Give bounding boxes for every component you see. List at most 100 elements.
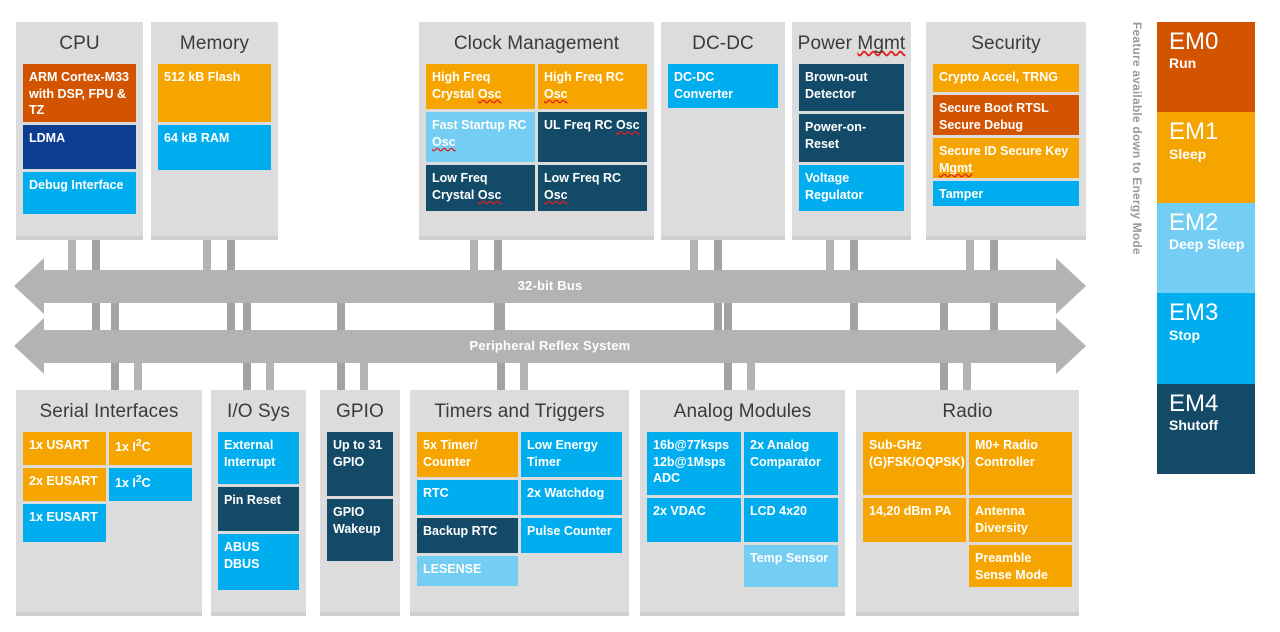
feature-block[interactable]: ARM Cortex-M33 with DSP, FPU & TZ (23, 64, 136, 122)
panel-title: DC-DC (692, 33, 754, 54)
feature-block[interactable]: 14,20 dBm PA (863, 498, 966, 542)
connector-stem (68, 240, 76, 274)
bus-arrowhead-left (14, 258, 44, 314)
legend-mode: EM0 (1169, 28, 1219, 55)
feature-block[interactable]: Power-on-Reset (799, 114, 904, 162)
panel-io-sys: I/O Sys External Interrupt Pin Reset ABU… (211, 390, 306, 616)
panel-title: Power Mgmt (797, 33, 906, 54)
feature-block[interactable]: Antenna Diversity (969, 498, 1072, 542)
block-grid: 1x USART 1x I2C 2x EUSART 1x I2C 1x EUSA… (23, 432, 195, 542)
feature-block[interactable]: Debug Interface (23, 172, 136, 214)
bus-label: 32-bit Bus (517, 278, 583, 293)
panel-cpu: CPU ARM Cortex-M33 with DSP, FPU & TZ LD… (16, 22, 143, 240)
feature-block[interactable]: 16b@77ksps 12b@1Msps ADC (647, 432, 741, 495)
panel-body: 512 kB Flash 64 kB RAM (151, 64, 278, 178)
prs-arrowhead-left (14, 318, 44, 374)
feature-block[interactable]: High Freq Crystal Osc (426, 64, 535, 109)
feature-block[interactable]: Secure ID Secure Key Mgmt (933, 138, 1079, 178)
panel-dc-dc: DC-DC DC-DC Converter (661, 22, 785, 240)
feature-block[interactable]: 1x I2C (109, 432, 192, 465)
feature-block[interactable]: DC-DC Converter (668, 64, 778, 108)
feature-block[interactable]: 2x VDAC (647, 498, 741, 542)
panel-serial-interfaces: Serial Interfaces 1x USART 1x I2C 2x EUS… (16, 390, 202, 616)
soc-block-diagram: CPU ARM Cortex-M33 with DSP, FPU & TZ LD… (0, 0, 1280, 632)
connector-stem (963, 360, 971, 390)
legend-state: Shutoff (1169, 417, 1218, 434)
connector-stem (134, 360, 142, 390)
legend-item-em1[interactable]: EM1 Sleep (1157, 112, 1255, 203)
feature-block[interactable]: UL Freq RC Osc (538, 112, 647, 162)
feature-block[interactable]: Fast Startup RC Osc (426, 112, 535, 162)
feature-block[interactable]: 5x Timer/ Counter (417, 432, 518, 477)
feature-block[interactable]: M0+ Radio Controller (969, 432, 1072, 495)
bus-label: Peripheral Reflex System (469, 338, 631, 353)
feature-block[interactable]: RTC (417, 480, 518, 515)
connector-stem (747, 360, 755, 390)
panel-title: Clock Management (453, 33, 620, 54)
feature-block[interactable]: Voltage Regulator (799, 165, 904, 211)
grid-spacer (863, 545, 966, 587)
feature-block[interactable]: Tamper (933, 181, 1079, 206)
feature-block[interactable]: Secure Boot RTSL Secure Debug (933, 95, 1079, 135)
legend-item-em2[interactable]: EM2 Deep Sleep (1157, 202, 1255, 294)
panel-security: Security Crypto Accel, TRNG Secure Boot … (926, 22, 1086, 240)
feature-block[interactable]: 1x I2C (109, 468, 192, 501)
feature-block[interactable]: Low Freq RC Osc (538, 165, 647, 211)
feature-block[interactable]: 2x Watchdog (521, 480, 622, 515)
bus-peripheral-reflex-system: Peripheral Reflex System (44, 330, 1056, 363)
feature-block[interactable]: 1x EUSART (23, 504, 106, 542)
feature-block[interactable]: Low Freq Crystal Osc (426, 165, 535, 211)
panel-title: CPU (59, 33, 100, 54)
feature-block[interactable]: ABUS DBUS (218, 534, 299, 590)
block-grid: Sub-GHz (G)FSK/OQPSK) M0+ Radio Controll… (863, 432, 1072, 587)
feature-block[interactable]: 512 kB Flash (158, 64, 271, 122)
panel-body: Crypto Accel, TRNG Secure Boot RTSL Secu… (926, 64, 1086, 214)
panel-timers-and-triggers: Timers and Triggers 5x Timer/ Counter Lo… (410, 390, 629, 616)
feature-block[interactable]: Sub-GHz (G)FSK/OQPSK) (863, 432, 966, 495)
legend-item-em4[interactable]: EM4 Shutoff (1157, 383, 1255, 475)
panel-power-mgmt: Power Mgmt Brown-out Detector Power-on-R… (792, 22, 911, 240)
feature-block[interactable]: High Freq RC Osc (538, 64, 647, 109)
feature-block[interactable]: Backup RTC (417, 518, 518, 553)
block-grid: DC-DC Converter (668, 64, 778, 108)
panel-body: 5x Timer/ Counter Low Energy Timer RTC 2… (410, 432, 629, 594)
feature-block[interactable]: 64 kB RAM (158, 125, 271, 170)
connector-stem (360, 360, 368, 390)
feature-block[interactable]: Up to 31 GPIO (327, 432, 393, 496)
panel-body: ARM Cortex-M33 with DSP, FPU & TZ LDMA D… (16, 64, 143, 222)
panel-clock-management: Clock Management High Freq Crystal Osc H… (419, 22, 654, 240)
connector-stem (966, 240, 974, 274)
panel-body: 16b@77ksps 12b@1Msps ADC 2x Analog Compa… (640, 432, 845, 595)
panel-title: Timers and Triggers (434, 401, 605, 422)
panel-body: External Interrupt Pin Reset ABUS DBUS (211, 432, 306, 598)
legend-item-em3[interactable]: EM3 Stop (1157, 293, 1255, 384)
legend-item-em0[interactable]: EM0 Run (1157, 22, 1255, 113)
panel-body: 1x USART 1x I2C 2x EUSART 1x I2C 1x EUSA… (16, 432, 202, 550)
block-grid: 512 kB Flash 64 kB RAM (158, 64, 271, 170)
block-grid: External Interrupt Pin Reset ABUS DBUS (218, 432, 299, 590)
feature-block[interactable]: Low Energy Timer (521, 432, 622, 477)
feature-block[interactable]: LCD 4x20 (744, 498, 838, 542)
feature-block[interactable]: Pin Reset (218, 487, 299, 531)
panel-title: Memory (179, 33, 250, 54)
feature-block[interactable]: Brown-out Detector (799, 64, 904, 111)
panel-title: Serial Interfaces (39, 401, 179, 422)
feature-block[interactable]: LDMA (23, 125, 136, 169)
legend-mode: EM4 (1169, 389, 1219, 417)
feature-block[interactable]: Temp Sensor (744, 545, 838, 587)
feature-block[interactable]: GPIO Wakeup (327, 499, 393, 561)
feature-block[interactable]: Pulse Counter (521, 518, 622, 553)
panel-body: DC-DC Converter (661, 64, 785, 116)
energy-mode-legend: EM0 Run EM1 Sleep EM2 Deep Sleep EM3 Sto… (1157, 22, 1255, 475)
feature-block[interactable]: 2x Analog Comparator (744, 432, 838, 495)
feature-block[interactable]: 1x USART (23, 432, 106, 465)
block-grid: 5x Timer/ Counter Low Energy Timer RTC 2… (417, 432, 622, 586)
feature-block[interactable]: Crypto Accel, TRNG (933, 64, 1079, 92)
feature-block[interactable]: 2x EUSART (23, 468, 106, 501)
panel-body: Sub-GHz (G)FSK/OQPSK) M0+ Radio Controll… (856, 432, 1079, 595)
feature-block[interactable]: Preamble Sense Mode (969, 545, 1072, 587)
connector-stem (690, 240, 698, 274)
block-grid: High Freq Crystal Osc High Freq RC Osc F… (426, 64, 647, 211)
feature-block[interactable]: External Interrupt (218, 432, 299, 484)
feature-block[interactable]: LESENSE (417, 556, 518, 586)
